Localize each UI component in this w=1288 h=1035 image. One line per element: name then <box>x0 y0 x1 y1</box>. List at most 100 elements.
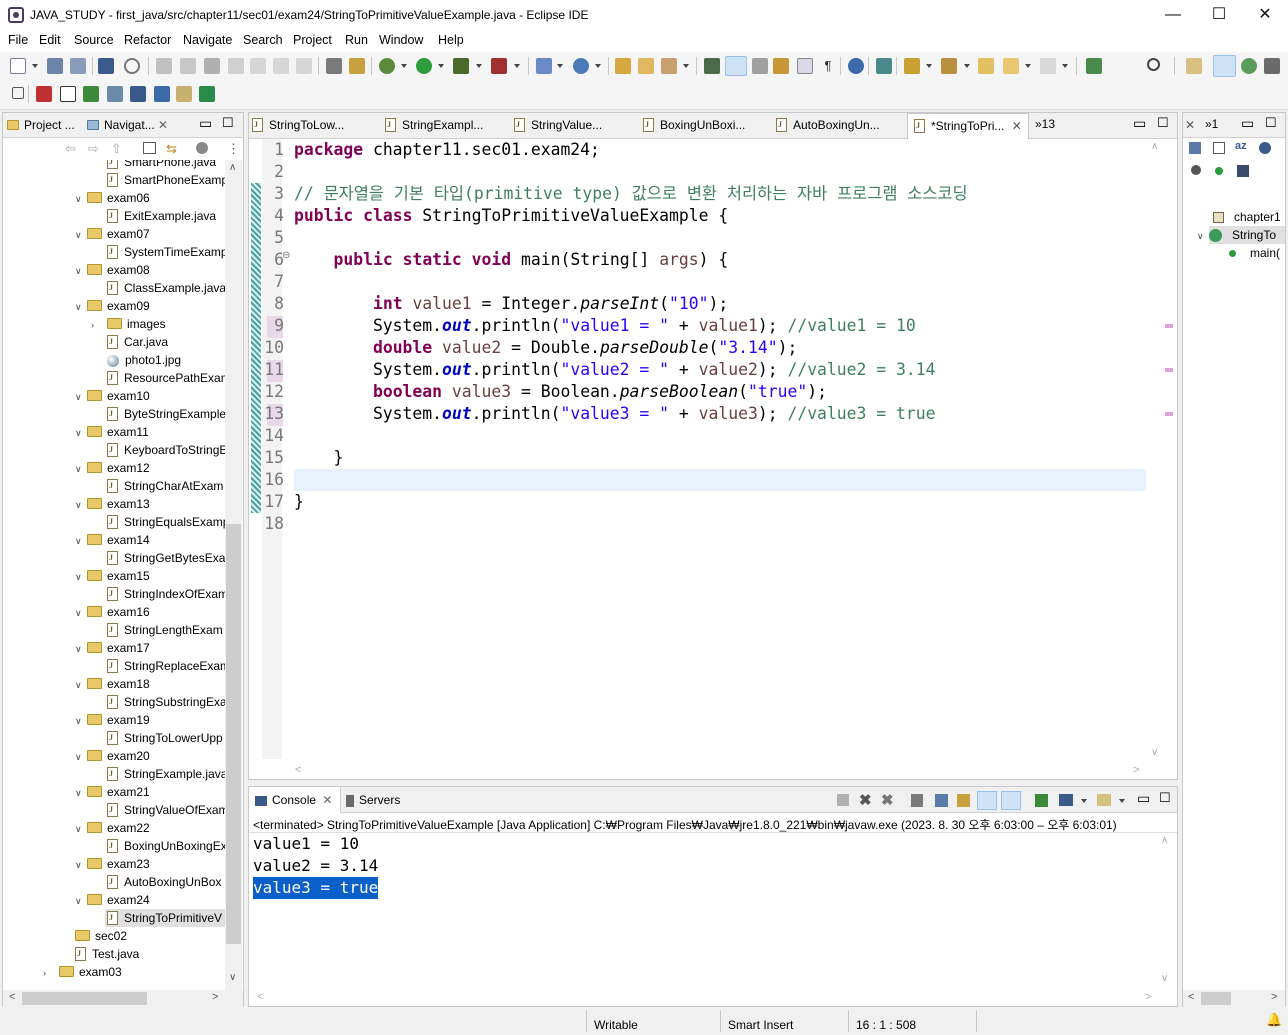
tree-hscroll-thumb[interactable] <box>22 992 147 1005</box>
chevron-down-icon[interactable]: ∨ <box>75 262 87 280</box>
view-menu-icon[interactable]: ⋮ <box>227 141 240 157</box>
tree-file[interactable]: StringIndexOfExam <box>107 585 225 603</box>
chart-icon[interactable] <box>154 86 170 102</box>
collapse-all-icon[interactable] <box>143 142 156 154</box>
open-console-icon[interactable] <box>1097 794 1111 806</box>
outline-class[interactable]: ∨ StringTo <box>1197 226 1276 244</box>
minimize-button[interactable]: — <box>1150 0 1196 30</box>
forward-dropdown-icon[interactable] <box>1062 64 1068 68</box>
close-button[interactable]: ✕ <box>1242 0 1288 30</box>
tree-file[interactable]: SmartPhoneExamp <box>107 171 225 189</box>
collapse-outline-icon[interactable] <box>1213 142 1225 154</box>
open-task-icon[interactable] <box>638 58 654 74</box>
prev-annotation-icon[interactable] <box>941 58 957 74</box>
hide-nonpublic-icon[interactable] <box>1215 167 1223 175</box>
tab-servers[interactable]: Servers <box>346 793 400 815</box>
tree-file[interactable]: StringToLowerUpp <box>107 729 223 747</box>
menu-navigate[interactable]: Navigate <box>183 33 232 47</box>
editor-scroll-up[interactable]: ∧ <box>1151 141 1158 152</box>
new-dropdown-icon[interactable] <box>32 64 38 68</box>
new-icon[interactable] <box>10 58 26 74</box>
tree-folder-exam12[interactable]: ∨ exam12 <box>75 459 150 477</box>
tree-folder-exam16[interactable]: ∨ exam16 <box>75 603 150 621</box>
run-dropdown-icon[interactable] <box>438 64 444 68</box>
coverage-dropdown-icon[interactable] <box>476 64 482 68</box>
chevron-down-icon[interactable]: ∨ <box>75 604 87 622</box>
menu-refactor[interactable]: Refactor <box>124 33 171 47</box>
prev-annotation-dropdown-icon[interactable] <box>964 64 970 68</box>
tree-folder-exam09[interactable]: ∨ exam09 <box>75 297 150 315</box>
editor-maximize-icon[interactable]: ☐ <box>1157 115 1169 131</box>
editor-scroll-down[interactable]: ∨ <box>1151 747 1158 758</box>
chevron-down-icon[interactable]: ∨ <box>75 784 87 802</box>
book-icon[interactable] <box>83 86 99 102</box>
close-outline-icon[interactable]: ✕ <box>1185 118 1195 132</box>
chevron-right-icon[interactable]: › <box>91 316 107 334</box>
tab-navigator[interactable]: Navigat... ✕ <box>87 118 168 140</box>
back-nav-icon[interactable]: ⇦ <box>65 141 76 157</box>
perspective-icon[interactable] <box>1186 58 1202 74</box>
tree-folder-exam11[interactable]: ∨ exam11 <box>75 423 149 441</box>
table-icon[interactable] <box>60 86 76 102</box>
terminal-icon[interactable] <box>98 58 114 74</box>
tab-project-explorer[interactable]: Project ... <box>7 118 75 140</box>
tree-folder-exam07[interactable]: ∨ exam07 <box>75 225 150 243</box>
tree-folder-exam03[interactable]: › exam03 <box>43 963 122 981</box>
chevron-down-icon[interactable]: ∨ <box>75 676 87 694</box>
tree-folder-exam21[interactable]: ∨ exam21 <box>75 783 150 801</box>
debug-icon[interactable] <box>379 58 395 74</box>
up-nav-icon[interactable]: ⇧ <box>111 141 122 157</box>
tree-folder-exam23[interactable]: ∨ exam23 <box>75 855 150 873</box>
editor-scroll-right[interactable]: > <box>1133 764 1139 776</box>
pin-console-icon[interactable] <box>1035 794 1048 807</box>
show-on-stdout-icon[interactable] <box>977 791 997 810</box>
use-step-filters-icon[interactable] <box>349 58 365 74</box>
skip-breakpoints-icon[interactable] <box>124 58 140 74</box>
tab-string-to-primitive-active[interactable]: *StringToPri... ✕ <box>907 113 1029 139</box>
tree-file[interactable]: StringExample.java <box>107 765 225 783</box>
chevron-down-icon[interactable]: ∨ <box>75 532 87 550</box>
menu-source[interactable]: Source <box>74 33 114 47</box>
tab-auto-boxing[interactable]: AutoBoxingUn... <box>776 117 880 140</box>
whitespace-icon[interactable]: ¶ <box>820 58 836 74</box>
chevron-down-icon[interactable]: ∨ <box>75 298 87 316</box>
external-tools-dropdown-icon[interactable] <box>514 64 520 68</box>
console-scroll-up[interactable]: ∧ <box>1161 835 1168 846</box>
chevron-down-icon[interactable]: ∨ <box>75 712 87 730</box>
search-dropdown-icon[interactable] <box>683 64 689 68</box>
tree-file[interactable]: StringCharAtExam <box>107 477 223 495</box>
tree-file[interactable]: StringLengthExam <box>107 621 223 639</box>
step-over-icon[interactable] <box>273 58 289 74</box>
tab-console[interactable]: Console ✕ <box>255 793 332 815</box>
tree-package-sec02[interactable]: sec02 <box>75 927 127 945</box>
scheme-icon[interactable] <box>107 86 123 102</box>
next-annotation-dropdown-icon[interactable] <box>926 64 932 68</box>
notification-bell-icon[interactable]: 🔔 <box>1266 1012 1282 1028</box>
outline-overflow[interactable]: »1 <box>1205 117 1218 131</box>
disconnect-icon[interactable] <box>228 58 244 74</box>
chevron-right-icon[interactable]: › <box>43 964 59 982</box>
tab-string-example[interactable]: StringExampl... <box>385 117 483 140</box>
display-console-icon[interactable] <box>1059 794 1073 806</box>
tree-file[interactable]: ByteStringExample <box>107 405 225 423</box>
tree-file[interactable]: SystemTimeExamp <box>107 243 225 261</box>
tree-folder-exam08[interactable]: ∨ exam08 <box>75 261 150 279</box>
word-wrap-icon[interactable] <box>797 58 813 74</box>
tree-folder-images[interactable]: › images <box>91 315 166 333</box>
back-dropdown-icon[interactable] <box>1025 64 1031 68</box>
tree-folder-exam13[interactable]: ∨ exam13 <box>75 495 150 513</box>
last-edit-icon[interactable] <box>978 58 994 74</box>
filter-icon[interactable] <box>196 142 208 154</box>
annotation-icon[interactable] <box>704 58 720 74</box>
menu-search[interactable]: Search <box>243 33 283 47</box>
toggle-highlight-icon[interactable] <box>752 58 768 74</box>
editor-scroll-left[interactable]: < <box>295 764 301 776</box>
tree-file[interactable]: StringSubstringExa <box>107 693 225 711</box>
git-icon[interactable] <box>176 86 192 102</box>
step-return-icon[interactable] <box>296 58 312 74</box>
chevron-down-icon[interactable]: ∨ <box>75 460 87 478</box>
hide-static-icon[interactable] <box>1191 165 1201 175</box>
open-console-dropdown[interactable] <box>1119 799 1125 803</box>
chevron-down-icon[interactable]: ∨ <box>75 190 87 208</box>
open-perspective-icon[interactable] <box>1086 58 1102 74</box>
